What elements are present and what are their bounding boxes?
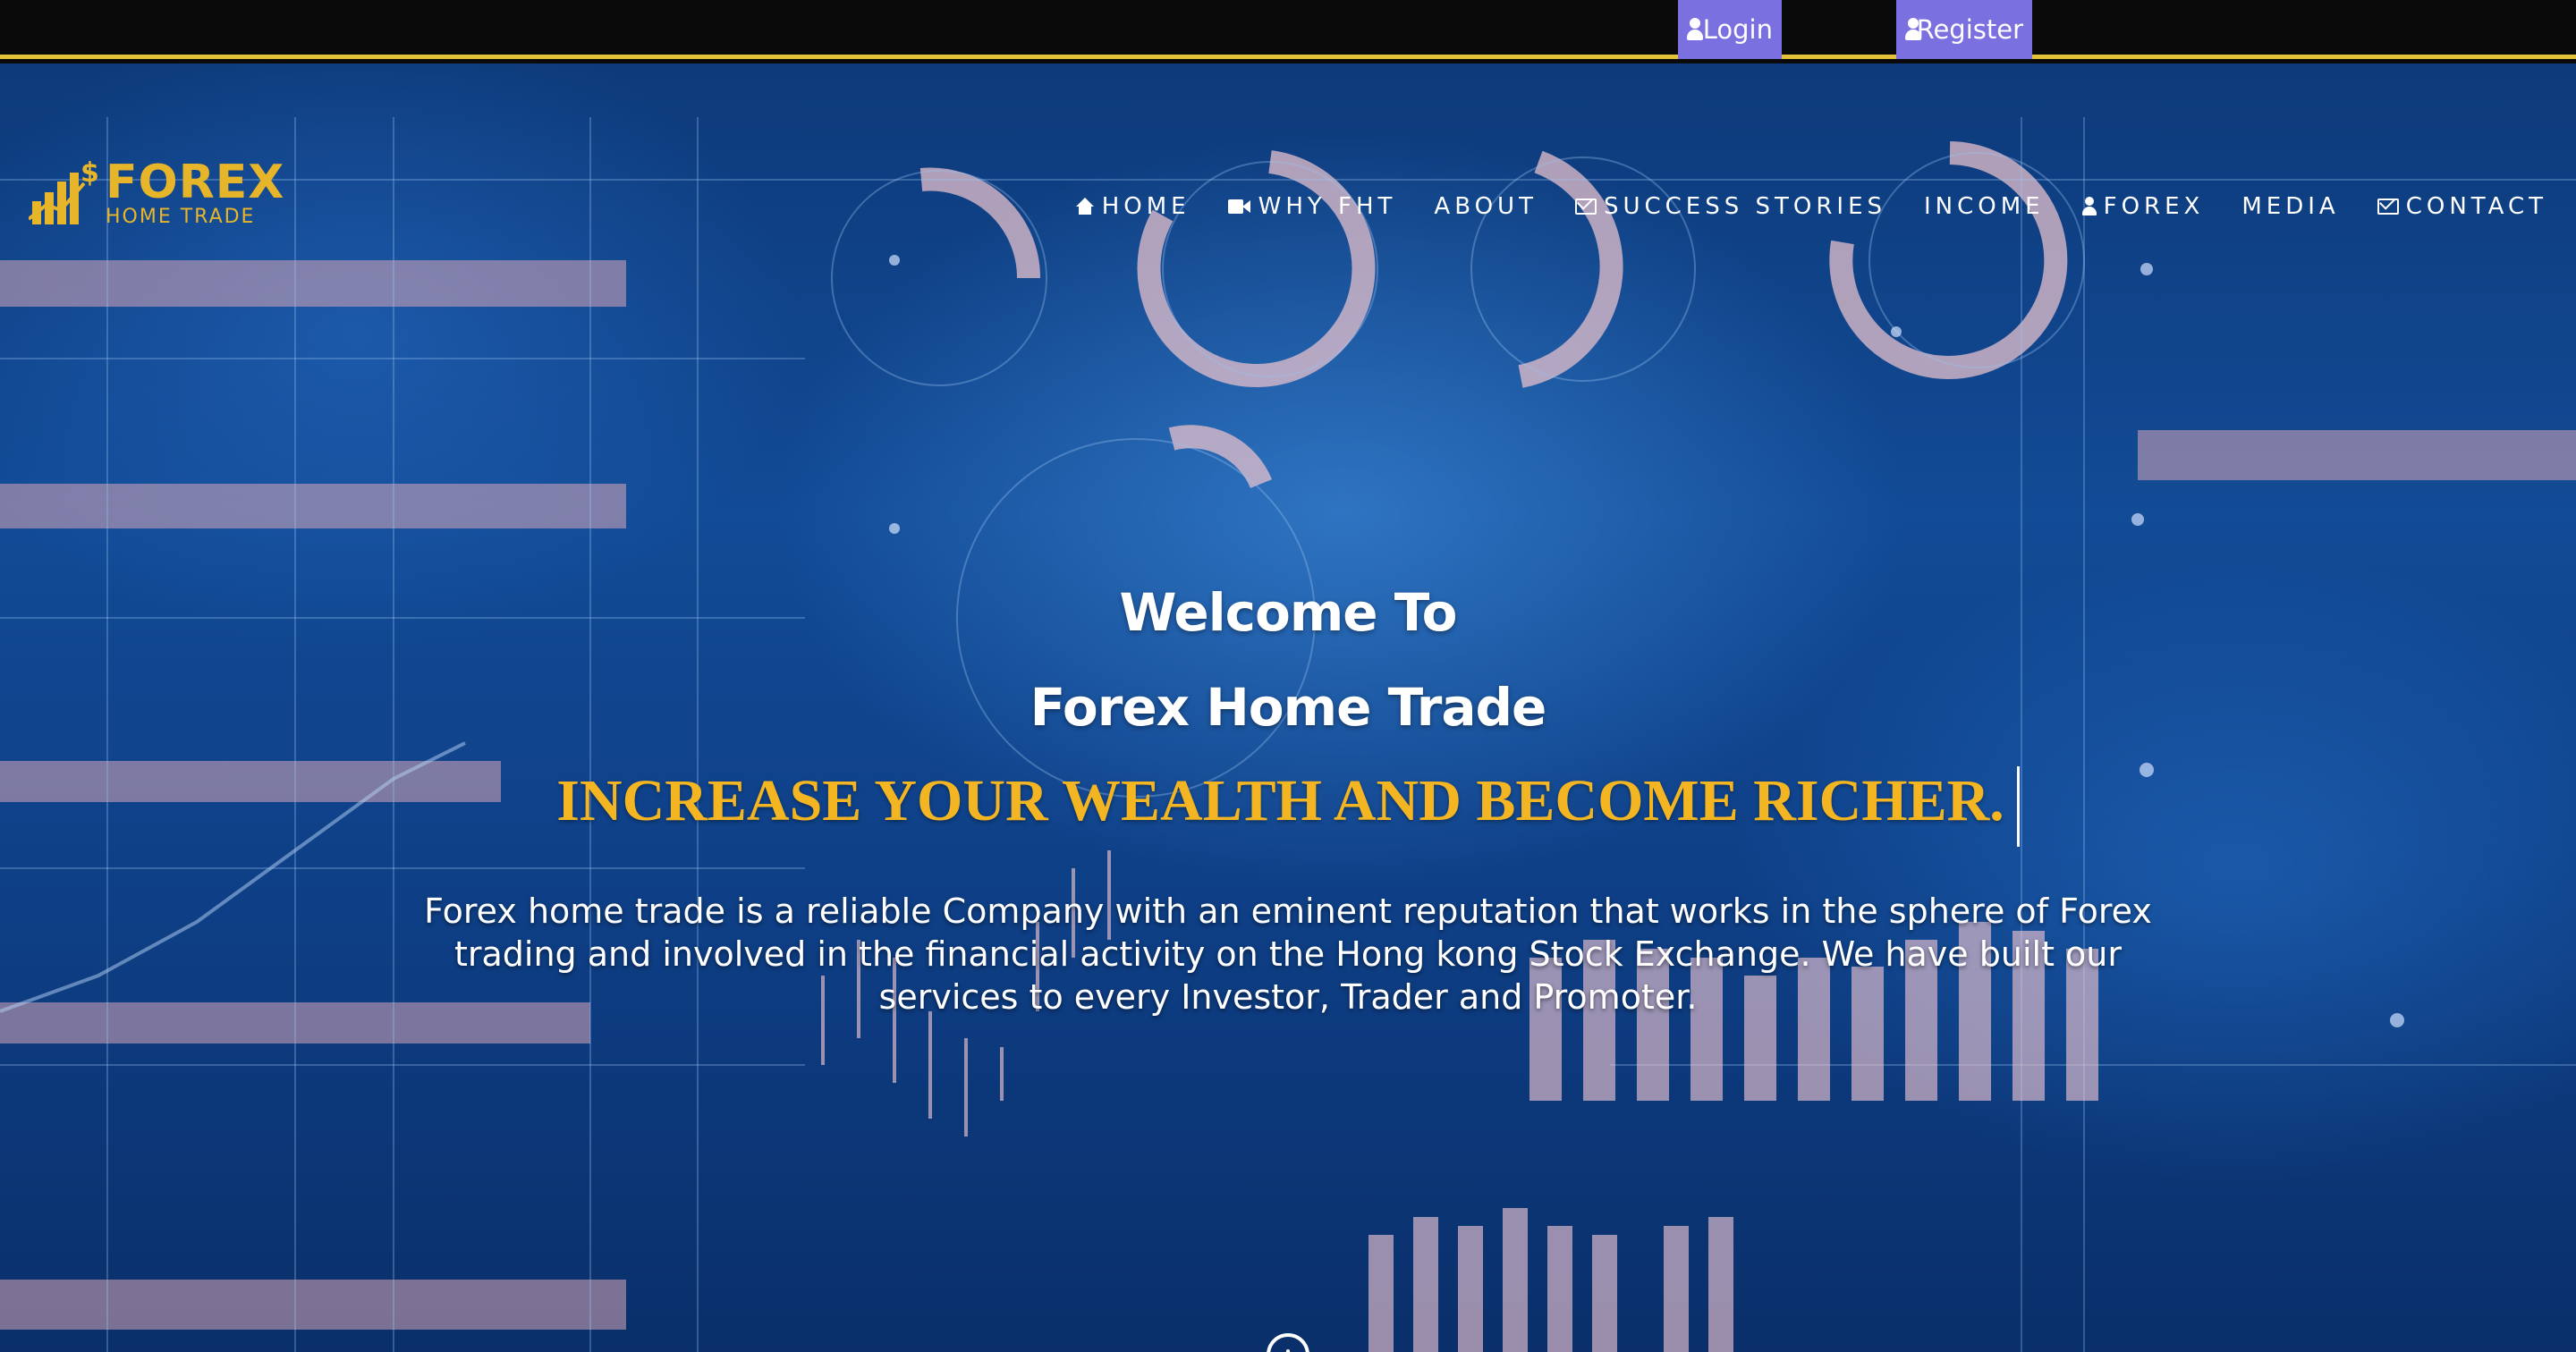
nav-item-label: ABOUT: [1434, 193, 1538, 220]
user-icon: [1905, 18, 1920, 41]
top-bar: Login Register: [0, 0, 2576, 59]
nav-item-label: MEDIA: [2241, 193, 2340, 220]
svg-text:$: $: [80, 157, 98, 189]
login-button[interactable]: Login: [1678, 0, 1782, 59]
tagline-text: INCREASE YOUR WEALTH AND BECOME RICHER.: [556, 768, 2004, 834]
user-icon: [1687, 18, 1703, 41]
video-camera-icon: [1227, 199, 1251, 215]
nav-item-label: CONTACT: [2405, 193, 2547, 220]
nav-item-forex[interactable]: FOREX: [2081, 193, 2205, 220]
envelope-icon: [1574, 199, 1597, 215]
nav-item-about[interactable]: ABOUT: [1434, 193, 1538, 220]
welcome-heading-line2: Forex Home Trade: [1030, 677, 1547, 738]
hero-intro-text: Forex home trade is a reliable Company w…: [424, 891, 2152, 1017]
nav-item-label: INCOME: [1924, 193, 2045, 220]
nav-item-home[interactable]: HOME: [1075, 193, 1191, 220]
hero-tagline: INCREASE YOUR WEALTH AND BECOME RICHER.: [0, 766, 2576, 847]
login-label: Login: [1702, 14, 1773, 45]
brand-logo[interactable]: $ FOREX HOME TRADE: [29, 153, 306, 233]
nav-item-success-stories[interactable]: SUCCESS STORIES: [1574, 193, 1887, 220]
nav-item-why-fht[interactable]: WHY FHT: [1227, 193, 1397, 220]
user-icon: [2081, 197, 2097, 216]
nav-item-label: HOME: [1101, 193, 1191, 220]
register-label: Register: [1916, 14, 2023, 45]
nav-item-label: SUCCESS STORIES: [1603, 193, 1887, 220]
chart-logo-icon: $: [29, 157, 98, 224]
typing-cursor: [2016, 766, 2020, 847]
brand-name: FOREX: [106, 156, 285, 209]
nav-item-media[interactable]: MEDIA: [2241, 193, 2339, 220]
brand-subtitle: HOME TRADE: [106, 206, 256, 228]
hero-section: $ FOREX HOME TRADE HOME WHY FHT ABOUT SU…: [0, 63, 2576, 1352]
nav-item-contact[interactable]: CONTACT: [2377, 193, 2547, 220]
main-navigation: HOME WHY FHT ABOUT SUCCESS STORIES INCOM…: [1075, 189, 2547, 224]
nav-item-label: FOREX: [2103, 193, 2205, 220]
nav-item-income[interactable]: INCOME: [1924, 193, 2045, 220]
welcome-heading-line1: Welcome To: [1119, 582, 1457, 643]
envelope-icon: [2377, 199, 2399, 215]
register-button[interactable]: Register: [1896, 0, 2032, 59]
home-icon: [1075, 198, 1095, 215]
nav-item-label: WHY FHT: [1258, 193, 1397, 220]
